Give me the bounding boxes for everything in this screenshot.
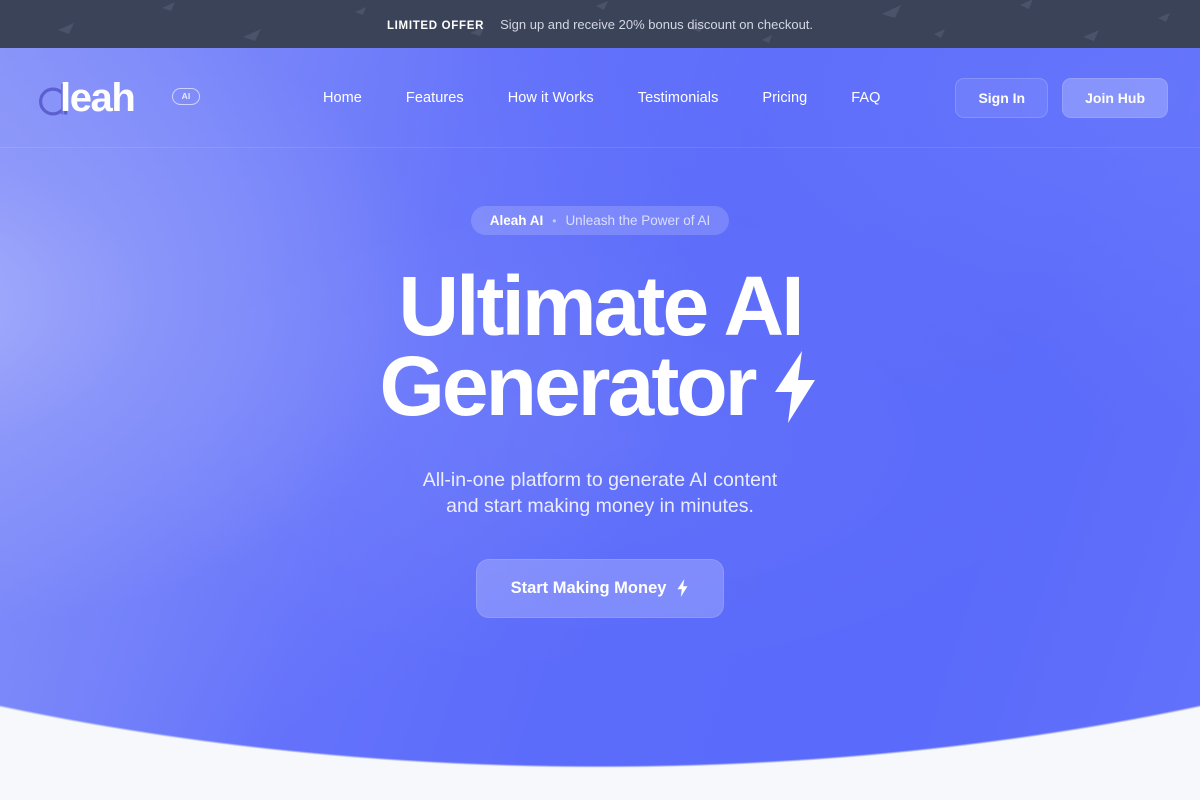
main-nav: Home Features How it Works Testimonials … (248, 90, 955, 106)
landing-page: LIMITED OFFER Sign up and receive 20% bo… (0, 0, 1200, 800)
hero-subtitle-line-1: All-in-one platform to generate AI conte… (422, 468, 778, 491)
hero-subtitle: All-in-one platform to generate AI conte… (423, 467, 777, 520)
hero-headline-line-1: Ultimate AI (398, 259, 804, 353)
logo[interactable]: leah AI (32, 74, 202, 122)
start-making-money-button[interactable]: Start Making Money (475, 558, 725, 618)
logo-ai-badge: AI (172, 87, 200, 105)
announcement-banner: LIMITED OFFER Sign up and receive 20% bo… (0, 0, 1200, 48)
sign-in-button[interactable]: Sign In (955, 77, 1049, 118)
nav-item-home[interactable]: Home (323, 90, 362, 106)
nav-item-pricing[interactable]: Pricing (762, 90, 807, 106)
banner-content: LIMITED OFFER Sign up and receive 20% bo… (387, 17, 813, 32)
join-hub-button[interactable]: Join Hub (1062, 77, 1168, 118)
auth-actions: Sign In Join Hub (955, 77, 1168, 118)
nav-item-faq[interactable]: FAQ (851, 90, 880, 106)
lightning-bolt-icon (774, 350, 815, 423)
eyebrow-brand: Aleah AI (489, 213, 544, 228)
eyebrow-separator-dot: • (552, 213, 557, 228)
logo-wordmark: leah (60, 75, 136, 120)
hero-headline-line-2: Generator (379, 338, 757, 433)
banner-tag: LIMITED OFFER (386, 19, 485, 32)
cta-label: Start Making Money (510, 578, 667, 597)
hero-headline-line-2-row: Generator (379, 338, 820, 433)
nav-item-testimonials[interactable]: Testimonials (638, 90, 719, 106)
site-header: leah AI Home Features How it Works Testi… (0, 48, 1200, 148)
lightning-bolt-icon (677, 579, 688, 598)
nav-item-features[interactable]: Features (406, 90, 464, 106)
hero-eyebrow-pill: Aleah AI • Unleash the Power of AI (470, 206, 730, 235)
hero-headline: Ultimate AI Generator (379, 259, 820, 433)
eyebrow-tagline: Unleash the Power of AI (565, 213, 711, 228)
nav-item-how-it-works[interactable]: How it Works (508, 90, 594, 106)
hero-subtitle-line-2: and start making money in minutes. (446, 495, 754, 518)
banner-text: Sign up and receive 20% bonus discount o… (500, 16, 814, 32)
